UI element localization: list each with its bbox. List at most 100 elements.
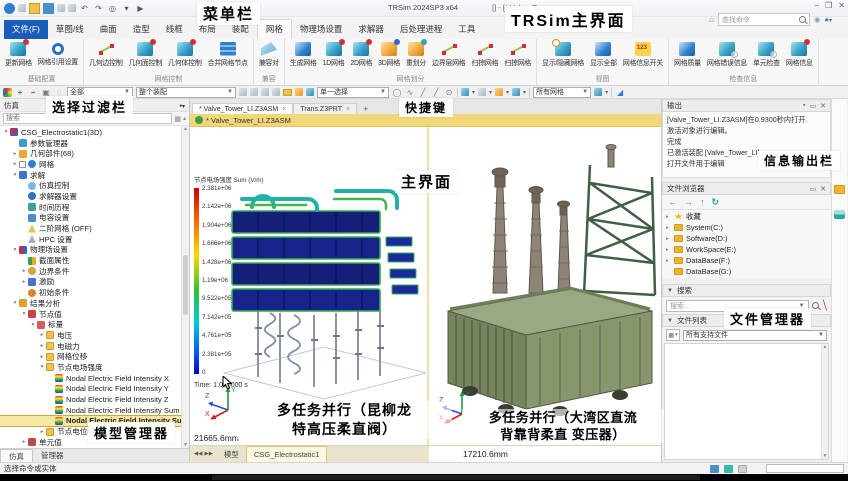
collapse-all-icon[interactable]: ▴ [183, 115, 186, 122]
mesh-visibility-select[interactable]: 所有网格▼ [533, 87, 591, 98]
tree-row[interactable]: ▸ 激励 [0, 277, 189, 288]
circle-tool-icon[interactable]: ◯ [392, 87, 402, 97]
pick-target-select[interactable]: 整个装配▼ [136, 87, 236, 98]
shaded-view-icon[interactable] [461, 88, 469, 96]
chevron-down-icon[interactable]: ▾ [182, 104, 185, 110]
up-icon[interactable]: ↑ [700, 197, 705, 207]
ribbon-button[interactable]: 2D网格 [347, 41, 375, 75]
ribbon-button[interactable]: 显示全部 [587, 41, 620, 75]
tree-expand-icon[interactable]: ▸ [11, 161, 19, 167]
ribbon-button[interactable]: 网格质量 [671, 41, 704, 75]
app-logo-icon[interactable] [4, 3, 15, 14]
menu-tab[interactable]: 后处理进程 [392, 20, 451, 39]
menu-tab[interactable]: 线框 [158, 20, 191, 39]
section-view-icon[interactable] [495, 88, 503, 96]
ribbon-button[interactable]: 网格引用设置 [35, 41, 81, 75]
close-icon[interactable]: ✕ [820, 102, 826, 110]
print-icon[interactable] [57, 4, 65, 12]
tree-row[interactable]: Nodal Electric Field Intensity Z [0, 394, 189, 405]
tree-row[interactable]: ▾ 标量 [0, 319, 189, 330]
show-grid-icon[interactable] [738, 465, 747, 473]
tree-expand-icon[interactable]: ▸ [666, 258, 674, 264]
ribbon-button[interactable]: 网格错误信息 [704, 41, 750, 75]
entity-filter-icon[interactable] [239, 88, 247, 96]
file-list-scrollbar[interactable]: ▲▼ [821, 344, 828, 459]
remove-select-icon[interactable]: − [28, 87, 38, 97]
dropdown-icon[interactable]: ▾ [121, 3, 132, 14]
tree-row[interactable]: Nodal Electric Field Intensity Sum [0, 405, 189, 416]
dock-icon[interactable]: ▪ [803, 102, 805, 110]
close-button[interactable]: ✕ [838, 1, 845, 10]
tree-expand-icon[interactable]: ▾ [11, 172, 19, 178]
tree-row[interactable]: ▾ 求解 [0, 170, 189, 181]
tree-row[interactable]: 二阶网格 (OFF) [0, 223, 189, 234]
show-model-icon[interactable] [710, 465, 719, 473]
tree-expand-icon[interactable]: ▾ [11, 247, 19, 253]
folder-row[interactable]: ▸ Software(D:) [662, 233, 831, 244]
forward-icon[interactable]: → [684, 197, 693, 207]
print-icon[interactable] [68, 4, 76, 12]
add-folder-icon[interactable] [283, 89, 292, 96]
help-account-icon[interactable]: ●▾ [824, 15, 832, 24]
command-search-input[interactable]: 查找命令 [718, 13, 810, 26]
tree-row[interactable]: 初始条件 [0, 287, 189, 298]
play-icon[interactable]: ▶ [135, 3, 146, 14]
folder-row[interactable]: ▸ 收藏 [662, 211, 831, 222]
ribbon-button[interactable]: 3D网格 [375, 41, 403, 75]
folder-row[interactable]: ▸ WorkSpace(E:) [662, 244, 831, 255]
refresh-icon[interactable]: ↻ [712, 197, 720, 208]
tree-expand-icon[interactable]: ▾ [2, 129, 10, 135]
new-tab-button[interactable]: + [357, 104, 374, 114]
render-view-icon[interactable] [512, 88, 520, 96]
back-icon[interactable]: ← [668, 197, 677, 207]
redo-icon[interactable]: ↷ [93, 3, 104, 14]
close-icon[interactable]: ✕ [820, 185, 826, 193]
menu-tab[interactable]: 文件(F) [4, 20, 48, 39]
ribbon-button[interactable]: 生成网格 [287, 41, 320, 75]
ribbon-button[interactable]: 单元检查 [750, 41, 783, 75]
ribbon-button[interactable]: 扫掠网格 [469, 41, 502, 75]
ribbon-button[interactable]: 兼容对 [256, 41, 282, 75]
line-tool-icon[interactable]: ╱ [418, 87, 428, 97]
tree-expand-icon[interactable]: ▸ [20, 268, 28, 274]
mesh-display-icon[interactable] [594, 88, 602, 96]
tree-row[interactable]: HPC 设置 [0, 234, 189, 245]
home-icon[interactable]: ⌂ [709, 15, 714, 24]
open-file-icon[interactable] [29, 3, 40, 14]
ribbon-button[interactable]: 几何边控制 [86, 41, 126, 75]
select-mode-select[interactable]: 单一选择▼ [317, 87, 389, 98]
tree-expand-icon[interactable]: ▸ [38, 354, 46, 360]
undo-icon[interactable]: ↶ [79, 3, 90, 14]
tree-row[interactable]: ▾ 节点值 [0, 309, 189, 320]
tree-expand-icon[interactable]: ▸ [20, 439, 28, 445]
folder-row[interactable]: ▸ System(C:) [662, 222, 831, 233]
ribbon-button[interactable]: 扫掠网格 [501, 41, 534, 75]
tree-row[interactable]: ▸ 网格 [0, 159, 189, 170]
tree-expand-icon[interactable]: ▸ [666, 214, 674, 220]
search-section-header[interactable]: ▼ 搜索 [662, 284, 831, 297]
folder-row[interactable]: DataBase(G:) [662, 266, 831, 277]
tree-row[interactable]: ▸ 边界条件 [0, 266, 189, 277]
ribbon-button[interactable]: 几何面控制 [126, 41, 166, 75]
library-folder-icon[interactable] [834, 185, 845, 194]
menu-tab[interactable]: 物理场设置 [292, 20, 351, 39]
float-icon[interactable]: ▭ [810, 102, 817, 110]
ribbon-button[interactable]: 重划分 [403, 41, 429, 75]
save-icon[interactable] [43, 3, 54, 14]
tree-row[interactable]: ▾ CSG_Electrostatic1(3D) [0, 127, 189, 138]
menu-tab[interactable]: 造型 [125, 20, 158, 39]
tree-row[interactable]: 参数管理器 [0, 138, 189, 149]
tree-row[interactable]: ▾ 物理场设置 [0, 245, 189, 256]
document-tab[interactable]: * Valve_Tower_LI.Z3ASM× [192, 103, 293, 114]
ribbon-button[interactable]: 网格信息 [783, 41, 816, 75]
tree-row[interactable]: ▸ 网格位移 [0, 351, 189, 362]
tree-checkbox[interactable] [19, 161, 26, 168]
tree-expand-icon[interactable]: ▾ [29, 322, 37, 328]
ribbon-button[interactable]: 更新网格 [2, 41, 35, 75]
ribbon-button[interactable]: 边界层网格 [429, 41, 469, 75]
menu-tab[interactable]: 曲面 [92, 20, 125, 39]
library-icon[interactable] [306, 88, 314, 96]
search-icon[interactable] [799, 16, 806, 23]
tree-row[interactable]: 时间历程 [0, 202, 189, 213]
tree-expand-icon[interactable]: ▸ [38, 429, 46, 435]
